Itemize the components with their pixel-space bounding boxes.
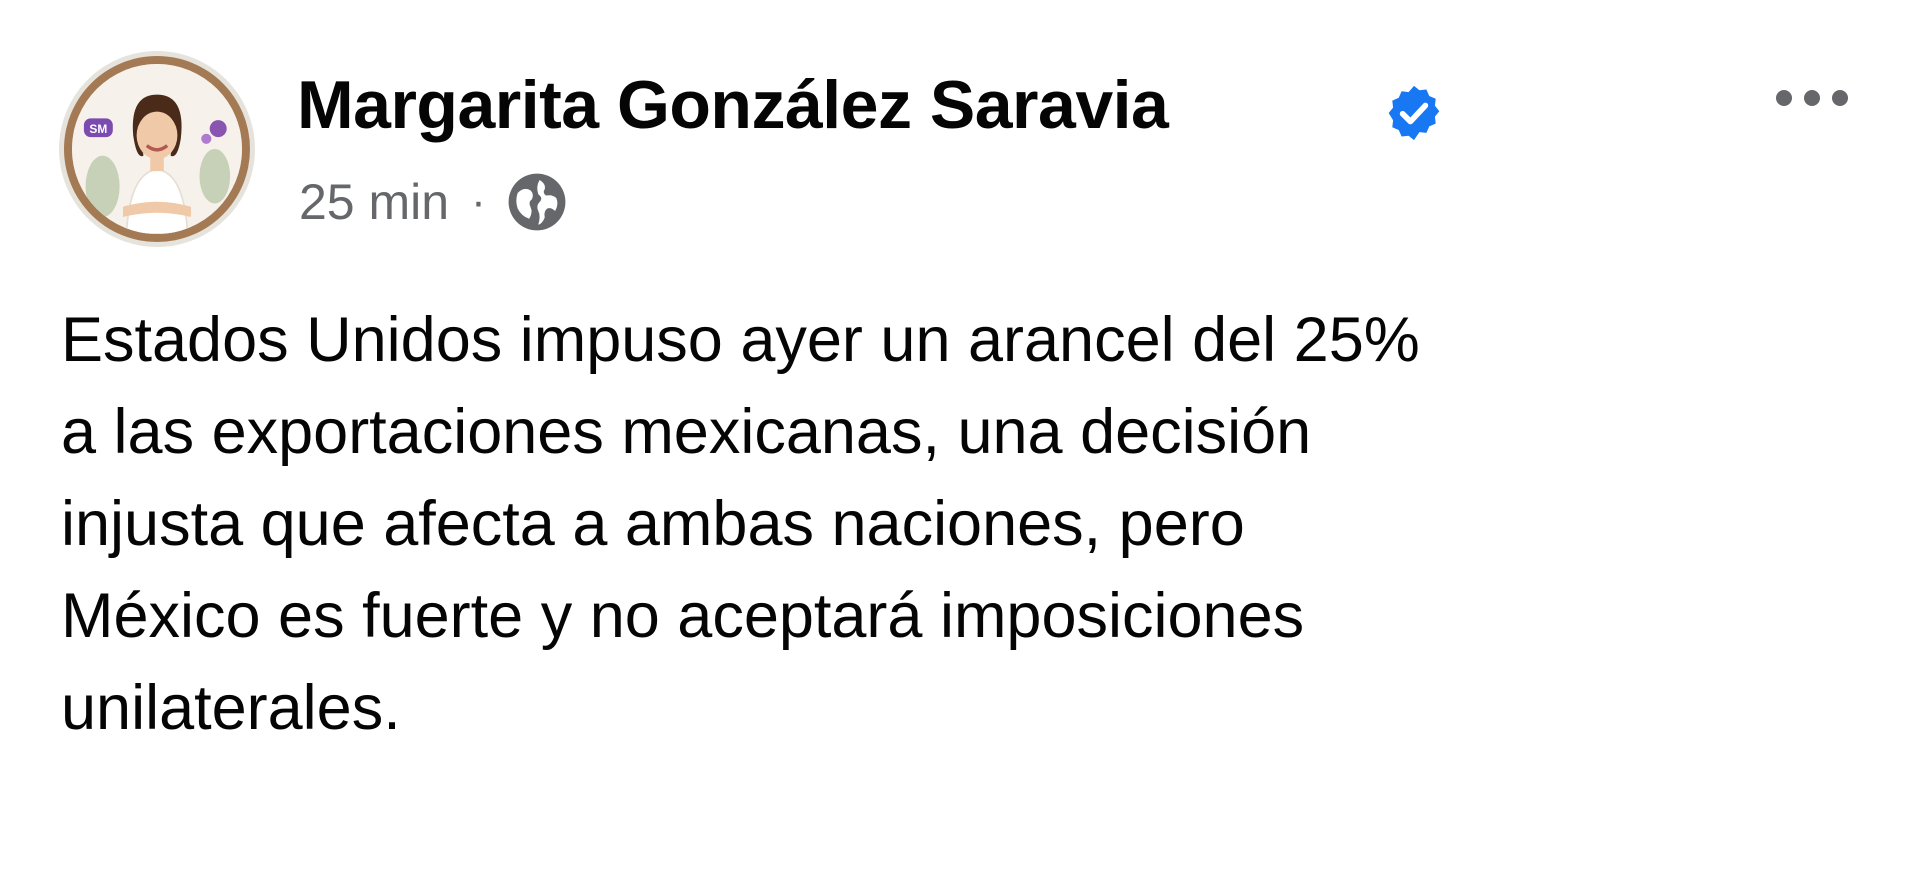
post-timestamp[interactable]: 25 min bbox=[299, 173, 449, 231]
verified-badge-icon bbox=[1388, 85, 1440, 141]
avatar-photo: SM bbox=[72, 64, 242, 234]
author-avatar[interactable]: SM bbox=[59, 51, 255, 247]
meta-separator: · bbox=[471, 177, 486, 226]
avatar-badge-text: SM bbox=[89, 122, 107, 136]
post-body-text: Estados Unidos impuso ayer un arancel de… bbox=[61, 305, 1420, 743]
avatar-frame: SM bbox=[64, 56, 250, 242]
facebook-post: SM Margarita González Saravia 25 min · E… bbox=[0, 0, 1920, 870]
avatar-portrait-icon: SM bbox=[72, 64, 242, 234]
author-name[interactable]: Margarita González Saravia bbox=[297, 62, 1169, 148]
globe-icon[interactable] bbox=[506, 171, 568, 233]
post-meta: 25 min · bbox=[299, 170, 568, 234]
more-options-icon[interactable] bbox=[1772, 86, 1852, 110]
